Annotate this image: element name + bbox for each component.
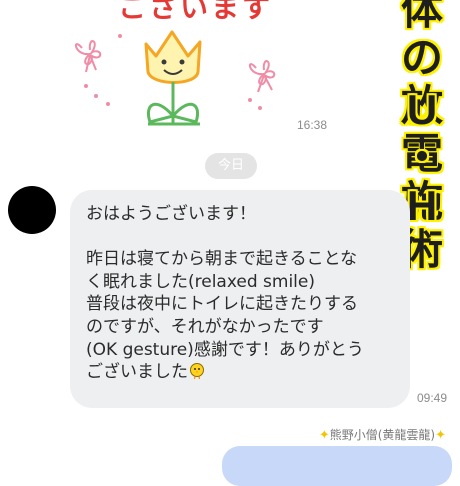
outgoing-message-bubble[interactable]	[222, 446, 452, 486]
right-ribbon-icon	[248, 60, 276, 93]
message-line: 普段は夜中にトイレに起きたりする	[86, 294, 358, 315]
sparkle-icon: ✦	[435, 428, 446, 443]
sender-name: ✦熊野小僧(黄龍雲龍)✦	[319, 426, 446, 443]
incoming-message-bubble[interactable]: おはようございます！ 昨日は寝てから朝まで起きることな く眠れました(relax…	[70, 190, 410, 408]
title-char: 体	[400, 0, 443, 34]
message-timestamp: 09:49	[417, 391, 448, 405]
chick-icon	[188, 362, 206, 387]
avatar[interactable]	[8, 186, 56, 234]
message-line: のですが、それがなかったです	[86, 316, 324, 337]
message-line-last: ございました	[86, 361, 394, 387]
date-separator: 今日	[205, 153, 257, 179]
title-char: ・	[400, 134, 443, 181]
message-line: おはようございます！	[86, 204, 256, 224]
sender-label: 熊野小僧(黄龍雲龍)	[329, 428, 436, 442]
title-char: の	[400, 33, 443, 82]
sticker-message[interactable]: こさいます	[60, 0, 310, 130]
message-line: (OK gesture)感謝です！ありがとう	[86, 339, 364, 360]
message-line-text: ございました	[86, 362, 188, 383]
message-line: 昨日は寝てから朝まで起きることな	[86, 249, 358, 270]
tulip-sticker-icon	[74, 30, 276, 126]
sparkle-icon: ✦	[318, 428, 330, 443]
message-line: く眠れました(relaxed smile)	[86, 271, 315, 292]
title-char: U	[406, 86, 438, 133]
left-ribbon-icon	[74, 40, 102, 73]
sticker-timestamp: 16:38	[297, 118, 328, 132]
